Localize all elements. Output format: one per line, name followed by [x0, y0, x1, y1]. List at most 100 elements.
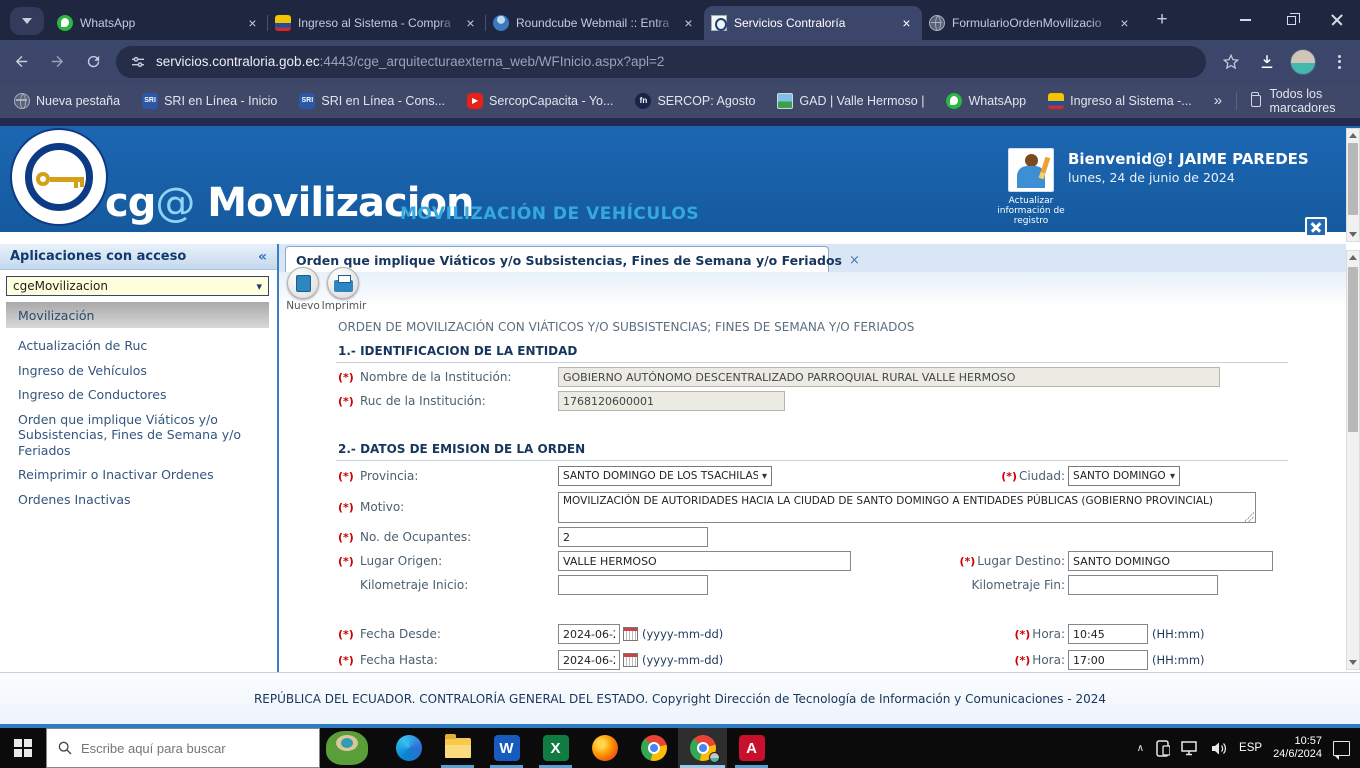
scroll-down-button[interactable]: [1347, 656, 1359, 669]
start-button[interactable]: [0, 728, 46, 768]
taskbar-search[interactable]: [46, 728, 320, 768]
phone-link-icon[interactable]: [1155, 739, 1171, 757]
tab-close-icon[interactable]: ×: [244, 15, 261, 32]
calendar-icon[interactable]: [623, 627, 638, 641]
taskbar-acrobat-button[interactable]: A: [727, 728, 776, 768]
calendar-icon[interactable]: [623, 653, 638, 667]
lugar-destino-input[interactable]: [1068, 551, 1273, 571]
bookmark-label: GAD | Valle Hermoso |: [799, 93, 925, 108]
application-select-value: cgeMovilizacion: [13, 279, 108, 293]
bookmark-nueva-pestana[interactable]: Nueva pestaña: [14, 92, 120, 109]
bookmark-sercop-agosto[interactable]: fn SERCOP: Agosto: [635, 92, 755, 109]
hora-desde-input[interactable]: [1068, 624, 1148, 644]
bookmark-sercopcapacita[interactable]: ▶ SercopCapacita - Yo...: [467, 92, 613, 109]
language-indicator[interactable]: ESP: [1239, 742, 1262, 754]
tab-ingreso-sistema[interactable]: Ingreso al Sistema - Compra ×: [268, 6, 486, 40]
fecha-desde-input[interactable]: [558, 624, 620, 644]
taskbar-edge-button[interactable]: [384, 728, 433, 768]
scroll-up-button[interactable]: [1347, 129, 1359, 142]
content-tab-close-icon[interactable]: ×: [849, 253, 860, 268]
sidebar-item-actualizacion-ruc[interactable]: Actualización de Ruc: [18, 338, 270, 354]
content-scrollbar[interactable]: [1346, 250, 1360, 670]
print-button[interactable]: [327, 267, 359, 299]
hora-hasta-input[interactable]: [1068, 650, 1148, 670]
browser-menu-button[interactable]: [1324, 47, 1354, 77]
ocupantes-input[interactable]: [558, 527, 708, 547]
sidebar-item-orden-viaticos[interactable]: Orden que implique Viáticos y/o Subsiste…: [18, 412, 270, 459]
tab-close-icon[interactable]: ×: [898, 15, 915, 32]
km-inicio-input[interactable]: [558, 575, 708, 595]
browser-tab-bar: WhatsApp × Ingreso al Sistema - Compra ×…: [0, 0, 1360, 40]
search-input[interactable]: [81, 740, 291, 756]
taskbar-explorer-button[interactable]: [433, 728, 482, 768]
new-button[interactable]: [287, 267, 319, 299]
browser-toolbar: servicios.contraloria.gob.ec:4443/cge_ar…: [0, 40, 1360, 83]
notification-center-icon[interactable]: [1333, 740, 1350, 760]
tab-title: WhatsApp: [80, 16, 136, 30]
logout-close-button[interactable]: [1305, 217, 1327, 237]
tab-servicios-contraloria-active[interactable]: Servicios Contraloría ×: [704, 6, 922, 40]
provincia-select[interactable]: SANTO DOMINGO DE LOS TSACHILAS ▾: [558, 466, 772, 486]
scrollbar-thumb[interactable]: [1348, 267, 1358, 432]
tab-close-icon[interactable]: ×: [1116, 15, 1133, 32]
scroll-up-button[interactable]: [1347, 251, 1359, 264]
profile-avatar[interactable]: [1288, 47, 1318, 77]
update-registration-button[interactable]: [1008, 148, 1054, 192]
tab-roundcube[interactable]: Roundcube Webmail :: Entra ×: [486, 6, 704, 40]
sidebar-item-ingreso-conductores[interactable]: Ingreso de Conductores: [18, 387, 270, 403]
all-bookmarks-button[interactable]: Todos los marcadores: [1269, 87, 1346, 115]
tab-formulario-orden[interactable]: FormularioOrdenMovilizacio ×: [922, 6, 1140, 40]
bookmark-sri-consultas[interactable]: SRI SRI en Línea - Cons...: [299, 92, 445, 109]
downloads-button[interactable]: [1252, 47, 1282, 77]
site-settings-icon[interactable]: [130, 54, 146, 70]
network-icon[interactable]: [1181, 740, 1199, 756]
new-tab-button[interactable]: +: [1150, 9, 1174, 31]
bookmark-whatsapp[interactable]: WhatsApp: [946, 92, 1026, 109]
maximize-button[interactable]: [1268, 0, 1314, 40]
tray-chevron-icon[interactable]: ∧: [1137, 743, 1144, 754]
taskbar-clock[interactable]: 10:57 24/6/2024: [1273, 735, 1322, 761]
sidebar-item-ingreso-vehiculos[interactable]: Ingreso de Vehículos: [18, 363, 270, 379]
bookmark-sri-inicio[interactable]: SRI SRI en Línea - Inicio: [142, 92, 277, 109]
scrollbar-thumb[interactable]: [1348, 143, 1358, 215]
chrome-icon: [640, 735, 667, 761]
bookmark-star-button[interactable]: [1216, 47, 1246, 77]
km-fin-input[interactable]: [1068, 575, 1218, 595]
tab-close-icon[interactable]: ×: [462, 15, 479, 32]
motivo-textarea[interactable]: MOVILIZACIÓN DE AUTORIDADES HACIA LA CIU…: [558, 492, 1256, 523]
edge-icon: [395, 735, 422, 761]
taskbar-excel-button[interactable]: X: [531, 728, 580, 768]
ciudad-select[interactable]: SANTO DOMINGO ▾: [1068, 466, 1180, 486]
taskbar-chrome-button[interactable]: [629, 728, 678, 768]
taskbar-chrome-active-button[interactable]: [678, 728, 727, 768]
hora-format-hint: (HH:mm): [1152, 653, 1205, 667]
forward-button[interactable]: [42, 47, 72, 77]
taskbar-firefox-button[interactable]: [580, 728, 629, 768]
back-button[interactable]: [6, 47, 36, 77]
sidebar-item-reimprimir-inactivar[interactable]: Reimprimir o Inactivar Ordenes: [18, 467, 270, 483]
application-select[interactable]: cgeMovilizacion ▾: [6, 276, 269, 296]
close-window-button[interactable]: [1314, 0, 1360, 40]
volume-icon[interactable]: [1210, 741, 1228, 756]
content-tab-orden[interactable]: Orden que implique Viáticos y/o Subsiste…: [285, 246, 860, 273]
tab-search-button[interactable]: [10, 7, 44, 35]
ruc-institucion-input[interactable]: [558, 391, 785, 411]
new-button-label: Nuevo: [286, 300, 320, 312]
nombre-institucion-input[interactable]: [558, 367, 1220, 387]
sidebar-item-ordenes-inactivas[interactable]: Ordenes Inactivas: [18, 492, 270, 508]
minimize-button[interactable]: [1222, 0, 1268, 40]
textarea-resize-grip[interactable]: [1244, 512, 1254, 522]
bookmark-gad-valle-hermoso[interactable]: GAD | Valle Hermoso |: [777, 92, 925, 109]
bookmarks-overflow-button[interactable]: »: [1214, 92, 1222, 109]
banner-scrollbar[interactable]: [1346, 128, 1360, 242]
fecha-hasta-input[interactable]: [558, 650, 620, 670]
address-bar[interactable]: servicios.contraloria.gob.ec:4443/cge_ar…: [116, 45, 1206, 78]
tab-close-icon[interactable]: ×: [680, 15, 697, 32]
sidebar-group-movilizacion[interactable]: Movilización: [6, 302, 269, 328]
scroll-down-button[interactable]: [1347, 228, 1359, 241]
bookmark-ingreso-sistema[interactable]: Ingreso al Sistema -...: [1048, 92, 1192, 109]
reload-button[interactable]: [78, 47, 108, 77]
sidebar-collapse-button[interactable]: «: [258, 249, 267, 265]
tab-whatsapp[interactable]: WhatsApp ×: [50, 6, 268, 40]
taskbar-word-button[interactable]: W: [482, 728, 531, 768]
